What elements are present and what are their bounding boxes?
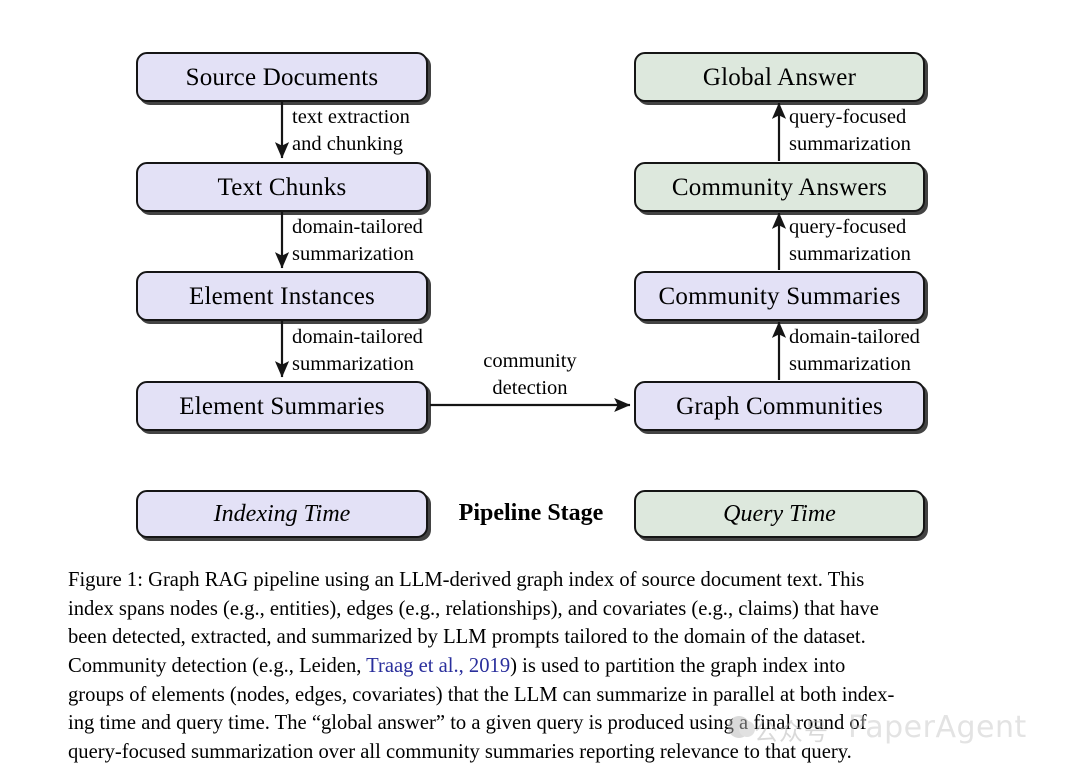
edge-label-domain-tailored-3: domain-tailored summarization <box>789 324 920 378</box>
edge-label-community-detection: community detection <box>452 348 608 402</box>
legend-query-time-label: Query Time <box>723 500 836 527</box>
edge-label-query-focused-1-line1: query-focused <box>789 106 907 128</box>
node-global-answer[interactable]: Global Answer <box>634 52 925 102</box>
edge-label-query-focused-1-line2: summarization <box>789 133 911 156</box>
edge-label-query-focused-2-line1: query-focused <box>789 216 907 238</box>
node-graph-communities[interactable]: Graph Communities <box>634 381 925 431</box>
node-graph-communities-label: Graph Communities <box>676 392 883 420</box>
edge-label-community-detection-line2: detection <box>492 377 568 400</box>
edge-label-domain-tailored-3-line2: summarization <box>789 353 911 376</box>
legend-query-time[interactable]: Query Time <box>634 490 925 538</box>
node-community-answers-label: Community Answers <box>671 173 888 201</box>
citation-link-traag-2019[interactable]: Traag et al., 2019 <box>366 655 510 677</box>
caption-line-3: been detected, extracted, and summarized… <box>68 626 866 649</box>
edge-label-domain-tailored-2: domain-tailored summarization <box>292 324 423 378</box>
node-community-summaries[interactable]: Community Summaries <box>634 271 925 321</box>
caption-line-7: query-focused summarization over all com… <box>68 740 852 763</box>
edge-label-query-focused-2: query-focused summarization <box>789 214 911 268</box>
legend-indexing-time[interactable]: Indexing Time <box>136 490 428 538</box>
edge-label-community-detection-line1: community <box>483 350 577 372</box>
legend-pipeline-stage-label: Pipeline Stage <box>458 500 604 526</box>
caption-line-4: Community detection (e.g., Leiden, Traag… <box>68 652 1018 681</box>
edge-label-domain-tailored-1-line1: domain-tailored <box>292 216 423 238</box>
legend-indexing-time-label: Indexing Time <box>213 500 351 527</box>
edge-label-domain-tailored-1-line2: summarization <box>292 243 414 266</box>
node-text-chunks-label: Text Chunks <box>217 173 347 201</box>
edge-label-domain-tailored-2-line2: summarization <box>292 353 414 376</box>
node-element-summaries-label: Element Summaries <box>179 392 385 420</box>
graph-rag-pipeline-diagram: Source Documents Text Chunks Element Ins… <box>0 0 1080 556</box>
node-community-answers[interactable]: Community Answers <box>634 162 925 212</box>
caption-line-2: index spans nodes (e.g., entities), edge… <box>68 597 879 620</box>
node-community-summaries-label: Community Summaries <box>658 282 901 310</box>
caption-line-6: ing time and query time. The “global ans… <box>68 712 867 735</box>
node-element-instances-label: Element Instances <box>189 282 375 310</box>
edge-label-text-extraction-line1: text extraction <box>292 106 410 128</box>
edge-label-text-extraction: text extraction and chunking <box>292 104 410 158</box>
node-source-documents-label: Source Documents <box>185 63 379 91</box>
caption-line-4-post: ) is used to partition the graph index i… <box>510 654 846 677</box>
edge-label-text-extraction-line2: and chunking <box>292 133 404 156</box>
edge-label-domain-tailored-3-line1: domain-tailored <box>789 326 920 348</box>
caption-line-5: groups of elements (nodes, edges, covari… <box>68 683 895 706</box>
caption-line-1: Figure 1: Graph RAG pipeline using an LL… <box>68 569 865 591</box>
edge-label-query-focused-2-line2: summarization <box>789 243 911 266</box>
figure-root: Source Documents Text Chunks Element Ins… <box>0 0 1080 773</box>
figure-caption: Figure 1: Graph RAG pipeline using an LL… <box>68 566 1018 766</box>
edge-label-domain-tailored-2-line1: domain-tailored <box>292 326 423 348</box>
legend-pipeline-stage-title: Pipeline Stage <box>436 500 626 527</box>
node-element-instances[interactable]: Element Instances <box>136 271 428 321</box>
node-text-chunks[interactable]: Text Chunks <box>136 162 428 212</box>
node-global-answer-label: Global Answer <box>702 63 857 91</box>
edge-label-query-focused-1: query-focused summarization <box>789 104 911 158</box>
node-element-summaries[interactable]: Element Summaries <box>136 381 428 431</box>
edge-label-domain-tailored-1: domain-tailored summarization <box>292 214 423 268</box>
caption-line-4-pre: Community detection (e.g., Leiden, <box>68 654 367 677</box>
node-source-documents[interactable]: Source Documents <box>136 52 428 102</box>
